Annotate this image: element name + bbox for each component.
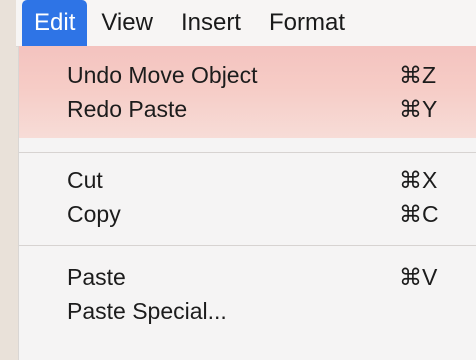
- menu-item-label: Redo Paste: [67, 95, 188, 122]
- menu-item-shortcut: ⌘C: [399, 200, 439, 227]
- menu-separator: [19, 245, 476, 246]
- menu-item-redo[interactable]: Redo Paste ⌘Y: [19, 92, 476, 126]
- menu-group-paste: Paste ⌘V Paste Special...: [19, 260, 476, 328]
- menu-item-shortcut: ⌘X: [399, 166, 438, 193]
- menu-item-shortcut: ⌘Y: [399, 95, 438, 122]
- menu-item-shortcut: ⌘V: [399, 263, 438, 290]
- menu-item-label: Paste Special...: [67, 297, 227, 324]
- menu-format[interactable]: Format: [255, 0, 359, 46]
- menu-item-copy[interactable]: Copy ⌘C: [19, 197, 476, 231]
- menu-insert[interactable]: Insert: [167, 0, 255, 46]
- menu-view[interactable]: View: [87, 0, 167, 46]
- menu-group-clipboard: Cut ⌘X Copy ⌘C: [19, 163, 476, 231]
- menu-item-label: Paste: [67, 263, 126, 290]
- menu-item-undo[interactable]: Undo Move Object ⌘Z: [19, 58, 476, 92]
- menu-item-paste[interactable]: Paste ⌘V: [19, 260, 476, 294]
- menu-item-paste-special[interactable]: Paste Special...: [19, 294, 476, 328]
- menu-item-cut[interactable]: Cut ⌘X: [19, 163, 476, 197]
- menu-bar: Edit View Insert Format: [16, 0, 476, 47]
- menu-edit[interactable]: Edit: [22, 0, 88, 46]
- edit-dropdown-menu: Undo Move Object ⌘Z Redo Paste ⌘Y Cut ⌘X…: [18, 46, 476, 360]
- menu-separator: [19, 152, 476, 153]
- menu-item-label: Cut: [67, 166, 103, 193]
- menu-item-label: Undo Move Object: [67, 61, 258, 88]
- app-background: [0, 0, 18, 360]
- menu-group-undo-redo: Undo Move Object ⌘Z Redo Paste ⌘Y: [19, 46, 476, 138]
- menu-item-label: Copy: [67, 200, 121, 227]
- menu-item-shortcut: ⌘Z: [399, 61, 437, 88]
- screen: Edit View Insert Format Undo Move Object…: [0, 0, 476, 360]
